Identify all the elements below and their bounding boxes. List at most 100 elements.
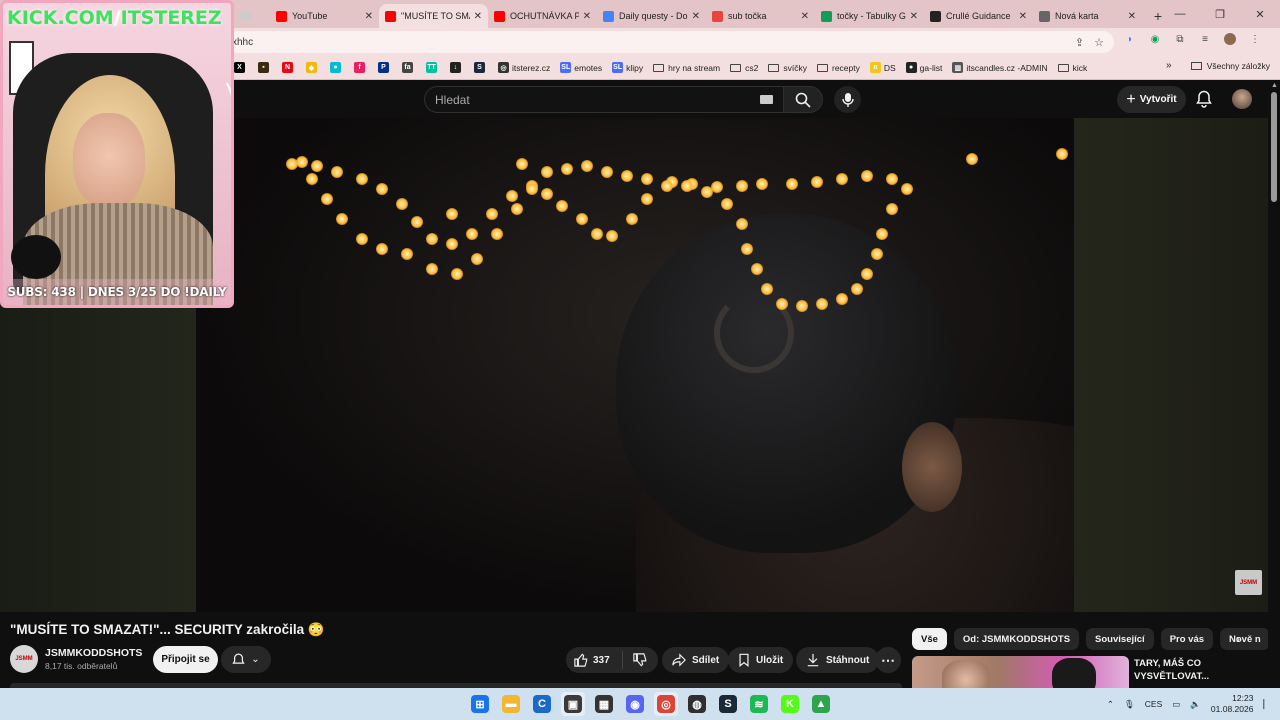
download-button[interactable]: Stáhnout <box>796 647 880 673</box>
bookmark-6[interactable]: P <box>378 62 392 73</box>
close-window-icon[interactable]: ✕ <box>1240 8 1280 21</box>
bookmark-15[interactable]: cs2 <box>730 63 758 73</box>
bookmark-14[interactable]: hry na stream <box>653 63 720 73</box>
tab-0[interactable]: YouTube ✕ <box>270 4 379 28</box>
minimize-icon[interactable]: — <box>1160 8 1200 20</box>
notification-center-icon[interactable]: ▏ <box>1263 699 1270 710</box>
minecraft-icon[interactable]: ▦ <box>592 692 616 716</box>
voice-search-button[interactable] <box>834 86 861 113</box>
install-app-icon[interactable]: ⇪ <box>1075 36 1084 49</box>
tab-pinned[interactable] <box>234 4 270 28</box>
channel-watermark[interactable]: JSMM <box>1235 570 1262 595</box>
ccleaner-icon[interactable]: C <box>530 692 554 716</box>
tray-overflow-icon[interactable]: ⌃ <box>1107 699 1114 710</box>
spotify-icon[interactable]: ≋ <box>747 692 771 716</box>
bookmarks-overflow-icon[interactable]: » <box>1166 60 1172 71</box>
search-input[interactable]: Hledat <box>424 86 784 113</box>
bookmark-18[interactable]: ıı DS <box>869 62 896 73</box>
bookmark-13[interactable]: SL klipy <box>612 62 643 73</box>
terminal-icon[interactable]: ▣ <box>561 692 585 716</box>
bookmark-10[interactable]: S <box>474 62 488 73</box>
clock[interactable]: 12:23 01.08.2026 <box>1211 693 1254 715</box>
bookmark-2[interactable]: N <box>282 62 296 73</box>
join-button[interactable]: Připojit se <box>153 646 218 673</box>
bookmark-19[interactable]: ● ga-list <box>905 62 942 73</box>
chevron-right-icon[interactable]: › <box>1236 632 1240 646</box>
close-tab-icon[interactable]: ✕ <box>910 11 918 22</box>
more-actions-button[interactable]: ⋯ <box>875 647 901 673</box>
bookmark-12[interactable]: SL emotes <box>560 62 602 73</box>
steam-icon[interactable]: S <box>716 692 740 716</box>
close-tab-icon[interactable]: ✕ <box>1128 11 1136 22</box>
extensions-puzzle-icon[interactable]: ⧉ <box>1174 33 1186 45</box>
search-button[interactable] <box>783 86 823 113</box>
bookmark-4[interactable]: ● <box>330 62 344 73</box>
tab-3[interactable]: Daily questy - Do ✕ <box>597 4 706 28</box>
volume-icon[interactable]: 🔈 <box>1190 699 1201 710</box>
share-button[interactable]: Sdílet <box>662 647 730 673</box>
bookmark-0[interactable]: X <box>234 62 248 73</box>
windows-start-icon[interactable]: ⊞ <box>468 692 492 716</box>
notifications-bell-icon[interactable] <box>1196 90 1212 108</box>
dislike-button[interactable] <box>623 653 647 667</box>
close-tab-icon[interactable]: ✕ <box>1019 11 1027 22</box>
bookmark-7[interactable]: fa <box>402 62 416 73</box>
create-button[interactable]: + Vytvořit <box>1117 86 1186 113</box>
channel-avatar[interactable]: JSMM <box>10 645 38 673</box>
bookmark-1[interactable]: ▪ <box>258 62 272 73</box>
bookmark-9[interactable]: ↓ <box>450 62 464 73</box>
like-button[interactable]: 337 <box>574 651 623 669</box>
drive-icon[interactable]: ▲ <box>809 692 833 716</box>
discord-icon[interactable]: ◉ <box>623 692 647 716</box>
bookmark-21[interactable]: kick <box>1057 63 1087 73</box>
close-tab-icon[interactable]: ✕ <box>801 11 809 22</box>
url-text[interactable]: xhhc <box>232 37 253 48</box>
video-frame[interactable] <box>196 118 1196 612</box>
tab-6[interactable]: Crullé Guidance ✕ <box>924 4 1033 28</box>
translate-icon[interactable]: ◗ <box>1124 33 1136 45</box>
close-tab-icon[interactable]: ✕ <box>365 11 373 22</box>
bookmark-8[interactable]: TT <box>426 62 440 73</box>
notification-settings-button[interactable]: ⌄ <box>221 646 271 673</box>
recommended-video-title[interactable]: TARY, MÁŠ CO VYSVĚTLOVAT... <box>1134 657 1254 683</box>
chip-0[interactable]: Vše <box>912 628 947 650</box>
extension-badge-icon[interactable]: ◉ <box>1149 33 1161 45</box>
network-icon[interactable]: ▭ <box>1172 699 1180 710</box>
bookmark-11[interactable]: ◎ itsterez.cz <box>498 62 550 73</box>
scrollbar-thumb[interactable] <box>1271 92 1277 202</box>
bookmark-17[interactable]: recepty <box>816 63 860 73</box>
language-indicator[interactable]: CES <box>1145 699 1162 709</box>
obs-icon[interactable]: ◍ <box>685 692 709 716</box>
chip-1[interactable]: Od: JSMMKODDSHOTS <box>953 628 1080 650</box>
close-tab-icon[interactable]: ✕ <box>474 11 482 22</box>
keyboard-icon[interactable] <box>760 95 773 104</box>
address-bar[interactable]: xhhc ⇪ ☆ <box>226 31 1114 53</box>
microphone-tray-icon[interactable]: 🎙 <box>1124 699 1135 710</box>
kick-icon[interactable]: K <box>778 692 802 716</box>
tab-4[interactable]: sub točka ✕ <box>706 4 815 28</box>
save-button[interactable]: Uložit <box>728 647 794 673</box>
bookmark-5[interactable]: f <box>354 62 368 73</box>
kebab-menu-icon[interactable]: ⋮ <box>1249 33 1261 45</box>
maximize-icon[interactable]: ❐ <box>1200 8 1240 21</box>
profile-avatar-icon[interactable] <box>1224 33 1236 45</box>
tab-7[interactable]: Nová karta ✕ <box>1033 4 1142 28</box>
file-explorer-icon[interactable]: ▬ <box>499 692 523 716</box>
chip-3[interactable]: Pro vás <box>1160 628 1214 650</box>
scroll-up-icon[interactable]: ▲ <box>1271 82 1278 89</box>
media-control-icon[interactable]: ≡ <box>1199 33 1211 45</box>
chrome-icon[interactable]: ◎ <box>654 692 678 716</box>
bookmark-16[interactable]: svíčky <box>768 63 807 73</box>
close-tab-icon[interactable]: ✕ <box>692 11 700 22</box>
chip-4[interactable]: Nově n <box>1220 628 1270 650</box>
tab-2[interactable]: OCHUTNÁVKA P ✕ <box>488 4 597 28</box>
channel-name[interactable]: JSMMKODDSHOTS <box>45 647 142 659</box>
tab-1[interactable]: "MUSÍTE TO SMAZAT ✕ <box>379 4 488 28</box>
all-bookmarks[interactable]: Všechny záložky <box>1190 61 1270 71</box>
chip-2[interactable]: Související <box>1086 628 1154 650</box>
account-avatar[interactable] <box>1232 89 1252 109</box>
bookmark-3[interactable]: ◆ <box>306 62 320 73</box>
close-tab-icon[interactable]: ✕ <box>583 11 591 22</box>
tab-5[interactable]: točky - Tabulky G ✕ <box>815 4 924 28</box>
bookmark-star-icon[interactable]: ☆ <box>1094 36 1104 49</box>
